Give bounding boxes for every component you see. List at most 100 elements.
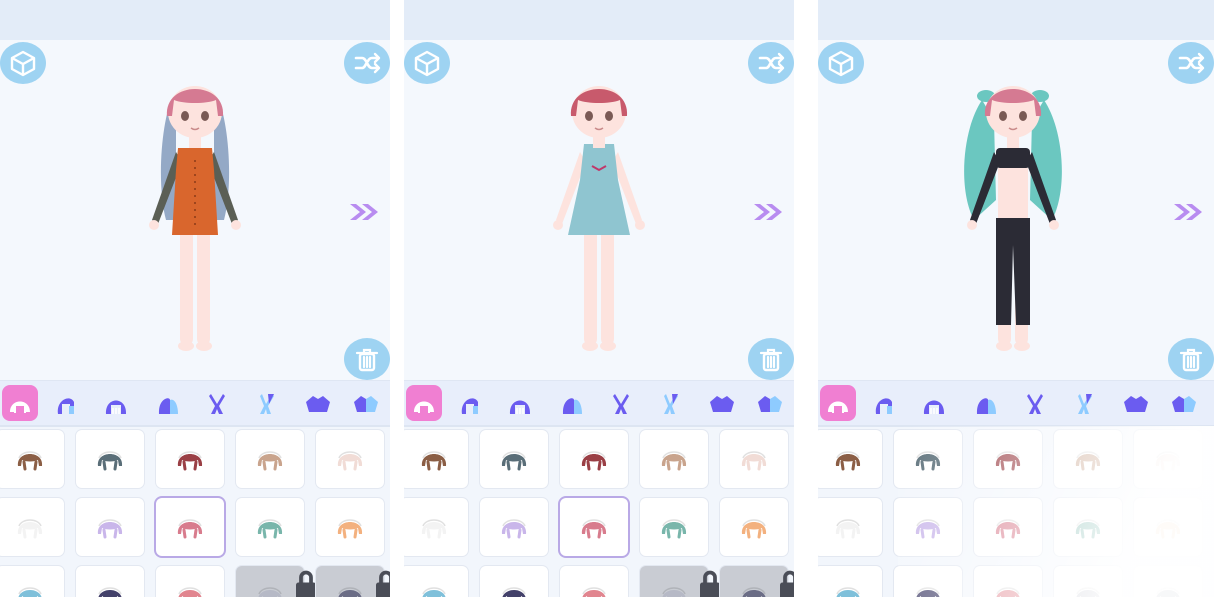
delete-button[interactable] [748, 338, 794, 380]
top-alt-icon [1172, 396, 1196, 412]
ears-alt-tab[interactable] [248, 385, 284, 421]
hair-style-option[interactable] [818, 430, 882, 488]
hair-style-option[interactable] [640, 430, 708, 488]
hair-swatch-icon [257, 451, 283, 471]
hair-front-tab[interactable] [820, 385, 856, 421]
top-icon [710, 396, 734, 412]
hair-style-option[interactable] [236, 430, 304, 488]
top-alt-tab[interactable] [1166, 385, 1202, 421]
category-tab-bar [0, 380, 390, 427]
delete-button[interactable] [344, 338, 390, 380]
hair-bang-tab[interactable] [150, 385, 186, 421]
hair-style-option[interactable] [404, 498, 468, 556]
character-figure [553, 86, 645, 351]
hair-swatch-icon [98, 587, 122, 597]
top-alt-tab[interactable] [348, 385, 384, 421]
hair-style-option[interactable] [76, 430, 144, 488]
next-button[interactable] [752, 200, 786, 224]
hair-style-option[interactable] [156, 498, 224, 556]
ears-tab[interactable] [199, 385, 235, 421]
shuffle-button[interactable] [748, 42, 794, 84]
lock-icon [780, 570, 794, 597]
hair-front-icon [414, 401, 434, 413]
hair-style-option[interactable] [720, 566, 794, 597]
editor-panel [818, 0, 1214, 597]
hair-bang-tab[interactable] [554, 385, 590, 421]
hair-style-option[interactable] [480, 498, 548, 556]
hair-bang-tab[interactable] [968, 385, 1004, 421]
hair-style-option[interactable] [0, 430, 64, 488]
hair-style-option[interactable] [316, 566, 390, 597]
shuffle-button[interactable] [1168, 42, 1214, 84]
character-preview [948, 70, 1078, 360]
hair-front-tab[interactable] [406, 385, 442, 421]
ears-alt-tab[interactable] [1066, 385, 1102, 421]
hair-style-option[interactable] [560, 430, 628, 488]
hair-bang-icon [976, 398, 996, 414]
top-alt-tab[interactable] [752, 385, 788, 421]
random-cube-button[interactable] [0, 42, 46, 84]
hair-back-tab[interactable] [866, 385, 902, 421]
top-tab[interactable] [300, 385, 336, 421]
next-button[interactable] [348, 200, 382, 224]
cube-icon [414, 50, 440, 77]
hair-swatch-icon [581, 519, 607, 539]
hair-swatch-icon [97, 451, 123, 471]
hair-style-option[interactable] [560, 498, 628, 556]
lock-badge [288, 570, 316, 597]
top-tab[interactable] [1118, 385, 1154, 421]
lock-badge [692, 570, 720, 597]
top-tab[interactable] [704, 385, 740, 421]
hair-style-option[interactable] [818, 566, 882, 597]
ears-alt-icon [1078, 394, 1092, 414]
hair-style-option[interactable] [236, 498, 304, 556]
top-alt-icon [354, 396, 378, 412]
hair-style-option[interactable] [720, 430, 788, 488]
hair-style-option[interactable] [76, 566, 144, 597]
random-cube-button[interactable] [818, 42, 864, 84]
hair-style-option[interactable] [720, 498, 788, 556]
hair-style-option[interactable] [316, 498, 384, 556]
hair-side-tab[interactable] [502, 385, 538, 421]
ears-tab[interactable] [1017, 385, 1053, 421]
hair-style-option[interactable] [818, 498, 882, 556]
shuffle-icon [1178, 52, 1205, 74]
cube-icon [828, 50, 854, 77]
hair-style-option[interactable] [156, 430, 224, 488]
hair-style-option[interactable] [404, 430, 468, 488]
hair-style-grid [0, 426, 390, 597]
hair-style-option[interactable] [236, 566, 316, 597]
hair-back-tab[interactable] [452, 385, 488, 421]
shuffle-icon [758, 52, 785, 74]
category-tab-bar [818, 380, 1214, 427]
hair-front-tab[interactable] [2, 385, 38, 421]
hair-style-option[interactable] [0, 498, 64, 556]
hair-style-option[interactable] [640, 566, 720, 597]
hair-style-option[interactable] [316, 430, 384, 488]
hair-back-tab[interactable] [48, 385, 84, 421]
double-chevron-right-icon [754, 204, 782, 220]
hair-swatch-icon [835, 451, 861, 471]
hair-front-icon [828, 401, 848, 413]
hair-style-option[interactable] [156, 566, 224, 597]
hair-style-option[interactable] [640, 498, 708, 556]
hair-style-option[interactable] [560, 566, 628, 597]
delete-button[interactable] [1168, 338, 1214, 380]
hair-swatch-icon [501, 519, 527, 539]
hair-bang-icon [562, 398, 582, 414]
hair-style-option[interactable] [404, 566, 468, 597]
next-button[interactable] [1172, 200, 1206, 224]
hair-style-option[interactable] [480, 430, 548, 488]
top-bar [0, 0, 390, 40]
hair-swatch-icon [338, 587, 362, 597]
ears-alt-tab[interactable] [652, 385, 688, 421]
character-preview [534, 70, 664, 360]
ears-tab[interactable] [603, 385, 639, 421]
hair-style-option[interactable] [0, 566, 64, 597]
hair-side-tab[interactable] [916, 385, 952, 421]
shuffle-button[interactable] [344, 42, 390, 84]
hair-style-option[interactable] [76, 498, 144, 556]
hair-side-tab[interactable] [98, 385, 134, 421]
random-cube-button[interactable] [404, 42, 450, 84]
hair-style-option[interactable] [480, 566, 548, 597]
